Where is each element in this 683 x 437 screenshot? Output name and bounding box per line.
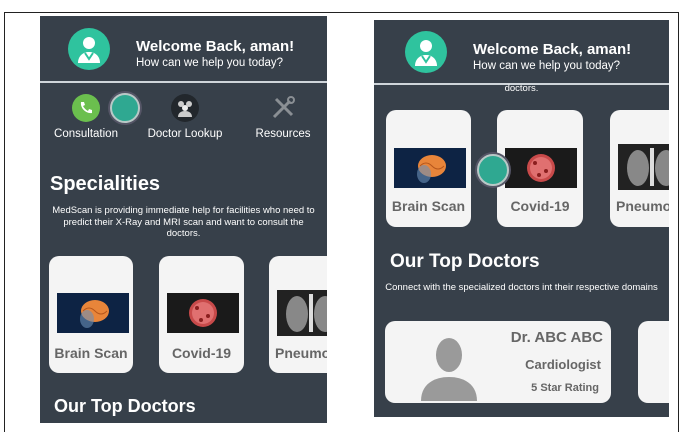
doctor-lookup-button[interactable]: Doctor Lookup — [140, 94, 230, 140]
top-doctors-title: Our Top Doctors — [54, 396, 196, 416]
phone-icon — [72, 94, 100, 122]
covid-virus-image — [167, 293, 239, 333]
doctor-avatar-icon — [68, 28, 110, 70]
pneumonia-label: Pneumo — [616, 198, 669, 214]
pneumonia-card[interactable]: Pneumo — [269, 256, 327, 373]
brain-scan-image — [57, 293, 129, 333]
brain-scan-card[interactable]: Brain Scan — [386, 110, 471, 227]
doctor-card-next[interactable] — [638, 321, 669, 403]
welcome-subtitle: How can we help you today? — [136, 57, 284, 69]
doctors-icon — [171, 94, 199, 122]
covid-19-label: Covid-19 — [510, 198, 570, 214]
top-doctors-title: Our Top Doctors — [390, 251, 540, 272]
right-phone-screen: Welcome Back, aman! How can we help you … — [374, 20, 669, 417]
chest-xray-image — [277, 290, 327, 336]
covid-19-label: Covid-19 — [171, 345, 232, 361]
touch-indicator — [477, 154, 509, 186]
resources-button[interactable]: Resources — [245, 94, 321, 140]
chest-xray-image — [618, 144, 669, 190]
doctor-card[interactable]: Dr. ABC ABC Cardiologist 5 Star Rating — [385, 321, 611, 403]
pneumonia-card[interactable]: Pneumo — [610, 110, 669, 227]
tools-icon — [269, 94, 297, 122]
scrolled-description-tail: doctors. — [504, 83, 539, 94]
pneumonia-label: Pneumo — [275, 345, 327, 361]
doctor-silhouette-icon — [413, 329, 485, 401]
doctor-avatar-icon — [405, 31, 447, 73]
consultation-label: Consultation — [54, 128, 118, 140]
doctor-name: Dr. ABC ABC — [510, 329, 603, 346]
top-doctors-description: Connect with the specialized doctors int… — [385, 282, 658, 293]
welcome-greeting: Welcome Back, aman! — [136, 38, 295, 55]
brain-scan-label: Brain Scan — [391, 198, 466, 214]
brain-scan-card[interactable]: Brain Scan — [49, 256, 133, 373]
covid-virus-image — [505, 148, 577, 188]
resources-label: Resources — [255, 128, 311, 140]
doctor-lookup-label: Doctor Lookup — [147, 128, 223, 140]
app-header: Welcome Back, aman! How can we help you … — [374, 20, 669, 85]
touch-indicator — [110, 93, 140, 123]
covid-19-card[interactable]: Covid-19 — [159, 256, 244, 373]
covid-19-card[interactable]: Covid-19 — [497, 110, 583, 227]
brain-scan-label: Brain Scan — [54, 345, 128, 361]
specialities-description: MedScan is providing immediate help for … — [52, 205, 315, 239]
app-header: Welcome Back, aman! How can we help you … — [40, 16, 327, 83]
doctor-rating: 5 Star Rating — [531, 382, 599, 394]
left-phone-screen: Welcome Back, aman! How can we help you … — [40, 16, 327, 423]
welcome-greeting: Welcome Back, aman! — [473, 41, 632, 58]
welcome-subtitle: How can we help you today? — [473, 60, 621, 72]
brain-scan-image — [394, 148, 466, 188]
doctor-specialty: Cardiologist — [525, 357, 601, 372]
specialities-title: Specialities — [50, 173, 161, 195]
